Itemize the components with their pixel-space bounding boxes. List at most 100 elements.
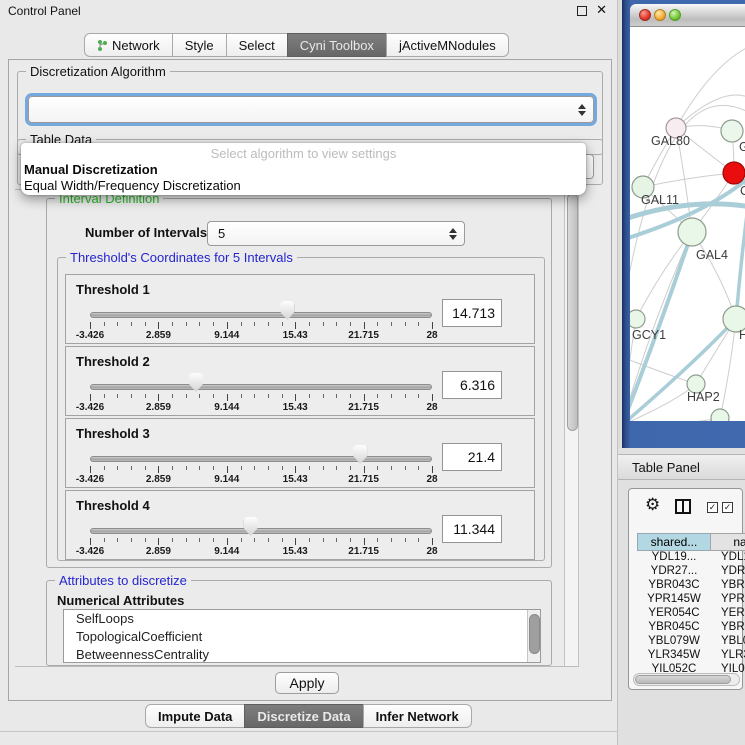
cell-shared-name: YBR045C	[637, 621, 711, 635]
threshold-slider-track[interactable]	[90, 456, 432, 462]
attribute-item[interactable]: SelfLoops	[64, 610, 540, 628]
tick-mark	[90, 394, 91, 401]
tick-mark	[227, 322, 228, 329]
cell-shared-name: YPR145W	[637, 593, 711, 607]
bottom-tab-impute-data[interactable]: Impute Data	[145, 704, 245, 728]
bottom-tab-discretize-data[interactable]: Discretize Data	[244, 704, 363, 728]
tick-mark	[432, 466, 433, 473]
threshold-slider-track[interactable]	[90, 528, 432, 534]
checkbox-icon[interactable]: ✓	[722, 502, 733, 513]
column-header-name[interactable]: na	[710, 533, 745, 551]
tick-mark	[199, 466, 200, 470]
node-label-h: H	[739, 328, 745, 342]
cell-shared-name: YBR043C	[637, 579, 711, 593]
zoom-traffic-light-icon[interactable]	[669, 9, 681, 21]
network-canvas[interactable]: GAL80GCGAL11GAL4GCY1HHAP2	[630, 27, 745, 421]
gal8-node[interactable]	[721, 120, 743, 142]
gal4-node[interactable]	[678, 218, 706, 246]
attributes-scrollbar[interactable]	[527, 610, 540, 662]
minimize-traffic-light-icon[interactable]	[654, 9, 666, 21]
dropdown-hint-item[interactable]: Select algorithm to view settings	[21, 146, 586, 161]
table-row[interactable]: YBR045CYBR04	[637, 621, 745, 635]
thresholds-group-title: Threshold's Coordinates for 5 Intervals	[66, 250, 297, 265]
table-hscrollbar-thumb[interactable]	[635, 675, 731, 684]
threshold-box-1: Threshold 1-3.4262.8599.14415.4321.71528…	[65, 274, 535, 344]
network-window-titlebar[interactable]	[630, 4, 745, 27]
column-header-shared[interactable]: shared...	[637, 533, 711, 551]
tick-mark	[391, 538, 392, 542]
bottom-tab-infer-network[interactable]: Infer Network	[363, 704, 472, 728]
tick-mark	[131, 538, 132, 542]
bottom-tab-bar: Impute DataDiscretize DataInfer Network	[145, 704, 472, 728]
close-traffic-light-icon[interactable]	[639, 9, 651, 21]
table-row[interactable]: YPR145WYPR14	[637, 593, 745, 607]
tick-label: -3.426	[76, 474, 104, 485]
table-row[interactable]: YBR043CYBR04	[637, 579, 745, 593]
table-row[interactable]: YDL19...YDL19	[637, 551, 745, 565]
threshold-value-field[interactable]: 21.4	[442, 443, 502, 471]
checkbox-icon[interactable]: ✓	[707, 502, 718, 513]
tick-label: 21.715	[348, 474, 379, 485]
tab-network[interactable]: Network	[84, 33, 173, 57]
attributes-scrollbar-thumb[interactable]	[529, 614, 540, 654]
tick-mark	[323, 538, 324, 542]
dropdown-option-manual[interactable]: Manual Discretization	[24, 162, 158, 177]
tick-mark	[336, 394, 337, 398]
tab-select[interactable]: Select	[226, 33, 288, 57]
apply-button[interactable]: Apply	[275, 672, 339, 694]
attribute-item[interactable]: TopologicalCoefficient	[64, 628, 540, 646]
tick-mark	[405, 466, 406, 470]
edge[interactable]	[676, 47, 745, 128]
red-node[interactable]	[723, 162, 745, 184]
table-hscrollbar[interactable]	[633, 673, 740, 686]
highlighted-edge[interactable]	[736, 177, 745, 319]
threshold-value-field[interactable]: 6.316	[442, 371, 502, 399]
network-icon	[97, 39, 108, 52]
tick-label: 9.144	[214, 546, 239, 557]
tick-mark	[241, 322, 242, 326]
settings-scrollbar-thumb[interactable]	[567, 193, 578, 431]
edge-node[interactable]	[711, 409, 729, 421]
close-icon[interactable]: ✕	[596, 2, 607, 18]
edge[interactable]	[692, 232, 736, 319]
attribute-item[interactable]: BetweennessCentrality	[64, 646, 540, 663]
split-columns-icon[interactable]	[675, 499, 691, 514]
algorithm-combobox[interactable]	[28, 96, 594, 123]
tick-label: 21.715	[348, 330, 379, 341]
tick-mark	[241, 394, 242, 398]
tick-mark	[405, 322, 406, 326]
tick-mark	[172, 322, 173, 326]
tab-jactivemnodules[interactable]: jActiveMNodules	[386, 33, 509, 57]
threshold-slider-track[interactable]	[90, 312, 432, 318]
table-row[interactable]: YBL079WYBL07	[637, 635, 745, 649]
number-of-intervals-combobox[interactable]: 5	[207, 221, 465, 246]
gcy1-node[interactable]	[630, 310, 645, 328]
tick-mark	[131, 466, 132, 470]
tick-mark	[377, 466, 378, 470]
table-row[interactable]: YER054CYER05	[637, 607, 745, 621]
threshold-value-field[interactable]: 11.344	[442, 515, 502, 543]
tick-mark	[350, 394, 351, 398]
float-window-icon[interactable]	[577, 6, 587, 16]
cell-shared-name: YBL079W	[637, 635, 711, 649]
edge[interactable]	[636, 232, 692, 319]
tick-label: 2.859	[146, 474, 171, 485]
table-row[interactable]: YDR27...YDR27	[637, 565, 745, 579]
table-row[interactable]: YLR345WYLR34	[637, 649, 745, 663]
tab-style[interactable]: Style	[172, 33, 227, 57]
tick-mark	[295, 538, 296, 545]
tick-mark	[295, 394, 296, 401]
table-panel-titlebar: Table Panel	[618, 454, 745, 480]
numerical-attributes-list[interactable]: SelfLoopsTopologicalCoefficientBetweenne…	[63, 609, 541, 663]
cell-shared-name: YDL19...	[637, 551, 711, 565]
tick-mark	[145, 394, 146, 398]
settings-scrollbar[interactable]	[564, 190, 579, 666]
threshold-slider-track[interactable]	[90, 384, 432, 390]
edge[interactable]	[630, 418, 720, 421]
tick-mark	[104, 466, 105, 470]
threshold-value-field[interactable]: 14.713	[442, 299, 502, 327]
tab-cyni-toolbox[interactable]: Cyni Toolbox	[287, 33, 387, 57]
gear-icon[interactable]: ⚙	[645, 495, 660, 515]
dropdown-option-equal-width[interactable]: Equal Width/Frequency Discretization	[24, 178, 241, 193]
tick-mark	[336, 538, 337, 542]
